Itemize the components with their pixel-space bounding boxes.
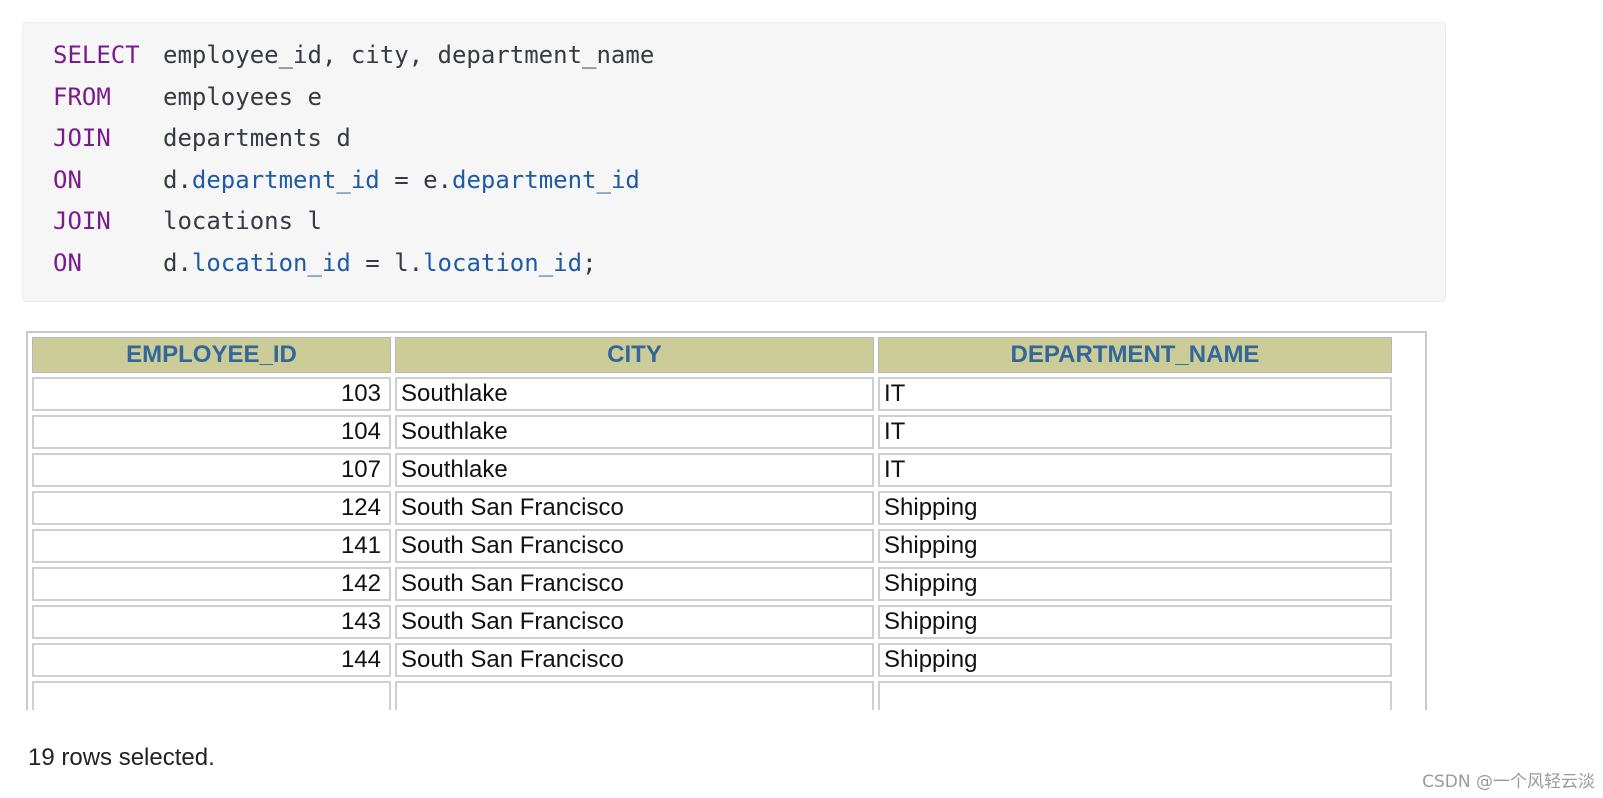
cell-city: Southlake [395, 453, 874, 487]
sql-keyword: JOIN [53, 207, 111, 235]
cell-employee-id: 107 [32, 453, 391, 487]
sql-column-reference: department_id [191, 165, 380, 194]
cell-city: South San Francisco [395, 643, 874, 677]
cell-employee-id: 103 [32, 377, 391, 411]
cell-employee-id [32, 681, 391, 710]
column-header-department-name: DEPARTMENT_NAME [878, 337, 1392, 373]
cell-department-name: IT [878, 377, 1392, 411]
code-line: JOIN locations l [53, 201, 322, 241]
cell-city: Southlake [395, 377, 874, 411]
sql-text: employee_id, city, department_name [163, 41, 655, 69]
table-row: 104 Southlake IT [32, 415, 1392, 449]
cell-department-name: IT [878, 415, 1392, 449]
result-body: 103 Southlake IT 104 Southlake IT 107 Southlake… [32, 377, 1392, 710]
cell-city: Southlake [395, 415, 874, 449]
column-header-employee-id: EMPLOYEE_ID [32, 337, 391, 373]
query-result-table: EMPLOYEE_ID CITY DEPARTMENT_NAME 103 Sout… [26, 331, 1427, 710]
cell-department-name: IT [878, 453, 1392, 487]
sql-text: departments d [163, 124, 351, 152]
code-line: ON d.location_id = l.location_id; [53, 243, 597, 283]
sql-text: ; [582, 248, 597, 277]
cell-department-name: Shipping [878, 529, 1392, 563]
sql-text: = l. [350, 248, 424, 277]
column-header-city: CITY [395, 337, 874, 373]
table-row: 103 Southlake IT [32, 377, 1392, 411]
cell-city: South San Francisco [395, 491, 874, 525]
sql-column-reference: location_id [191, 248, 351, 277]
cell-department-name: Shipping [878, 605, 1392, 639]
table-row: 141 South San Francisco Shipping [32, 529, 1392, 563]
cell-employee-id: 124 [32, 491, 391, 525]
sql-text: = e. [379, 165, 452, 194]
cell-department-name: Shipping [878, 643, 1392, 677]
cell-employee-id: 142 [32, 567, 391, 601]
sql-keyword: SELECT [53, 41, 140, 69]
cell-city: South San Francisco [395, 529, 874, 563]
sql-column-reference: department_id [452, 165, 640, 194]
watermark: CSDN @一个风轻云淡 [1422, 772, 1595, 792]
table-row: 144 South San Francisco Shipping [32, 643, 1392, 677]
cell-city: South San Francisco [395, 605, 874, 639]
cell-department-name: Shipping [878, 491, 1392, 525]
sql-text: d. [163, 248, 192, 277]
sql-column-reference: location_id [423, 248, 583, 277]
code-line: JOIN departments d [53, 118, 351, 158]
sql-keyword: FROM [53, 82, 111, 111]
table-row: 124 South San Francisco Shipping [32, 491, 1392, 525]
result-grid: EMPLOYEE_ID CITY DEPARTMENT_NAME 103 Sout… [28, 333, 1396, 710]
sql-keyword: ON [53, 165, 82, 194]
table-row: 107 Southlake IT [32, 453, 1392, 487]
sql-keyword: JOIN [53, 124, 111, 152]
cell-employee-id: 104 [32, 415, 391, 449]
table-row [32, 681, 1392, 710]
cell-employee-id: 141 [32, 529, 391, 563]
sql-keyword: ON [53, 248, 82, 277]
table-row: 143 South San Francisco Shipping [32, 605, 1392, 639]
cell-department-name [878, 681, 1392, 710]
code-line: FROM employees e [53, 77, 322, 117]
cell-department-name: Shipping [878, 567, 1392, 601]
cell-employee-id: 144 [32, 643, 391, 677]
code-line: ON d.department_id = e.department_id [53, 160, 640, 200]
header-row: EMPLOYEE_ID CITY DEPARTMENT_NAME [32, 337, 1392, 373]
cell-city: South San Francisco [395, 567, 874, 601]
sql-text: employees e [163, 82, 322, 111]
cell-employee-id: 143 [32, 605, 391, 639]
sql-text: d. [163, 165, 192, 194]
cell-city [395, 681, 874, 710]
sql-text: locations l [163, 207, 322, 235]
table-row: 142 South San Francisco Shipping [32, 567, 1392, 601]
code-line: SELECT employee_id, city, department_name [53, 35, 654, 75]
sql-code-block: SELECT employee_id, city, department_name… [22, 22, 1446, 302]
rows-selected-status: 19 rows selected. [28, 744, 215, 771]
